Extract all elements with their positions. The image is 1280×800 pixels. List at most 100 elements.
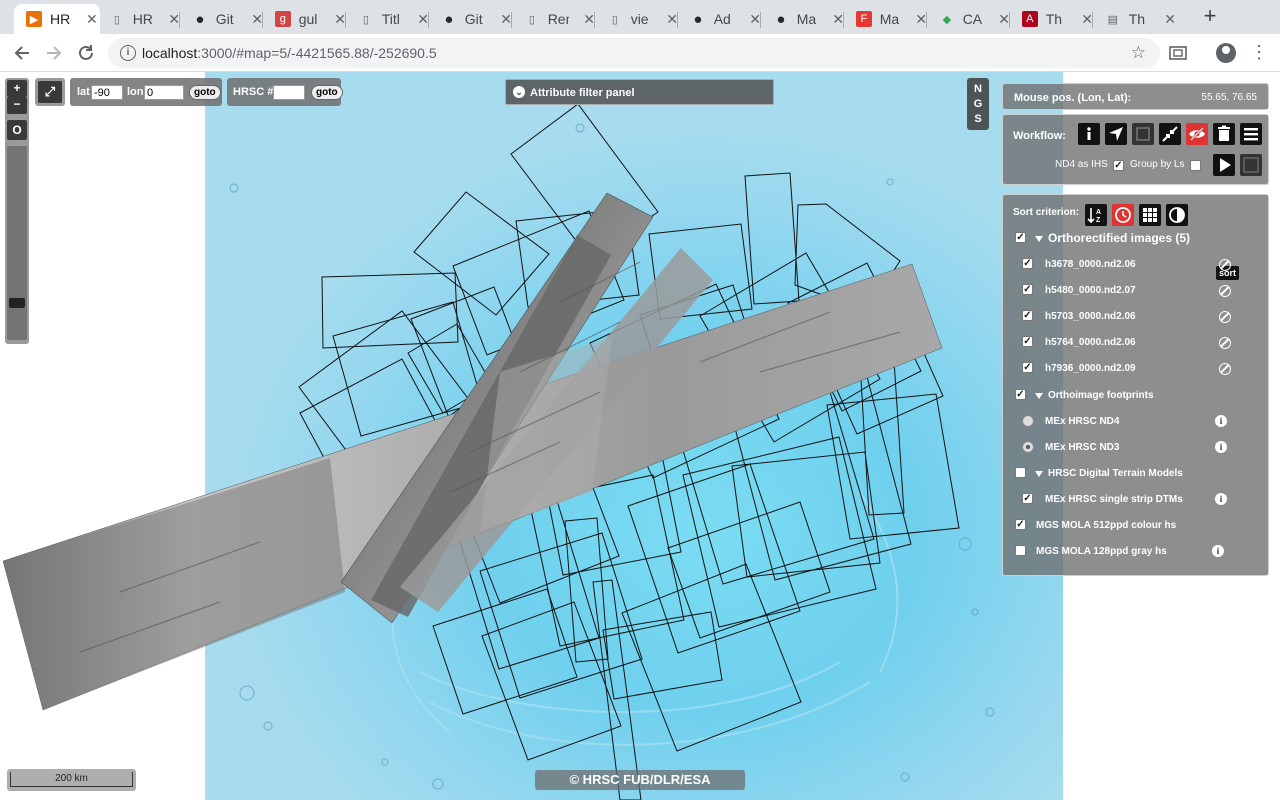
footprint-nd3-radio[interactable] <box>1022 441 1034 453</box>
browser-tab[interactable]: ▤ Th ✕ <box>1093 4 1176 34</box>
projection-global[interactable]: G <box>967 98 989 110</box>
tab-separator <box>179 12 180 28</box>
bookmark-star-icon[interactable]: ☆ <box>1131 43 1146 63</box>
browser-tab[interactable]: A Th ✕ <box>1010 4 1093 34</box>
projection-north[interactable]: N <box>967 83 989 95</box>
browser-tab[interactable]: ▶ HR ✕ <box>14 4 100 34</box>
fullscreen-icon[interactable]: ⤢ <box>38 81 62 103</box>
site-info-icon[interactable]: i <box>120 45 136 61</box>
mola-colour-checkbox[interactable]: ✓ <box>1015 519 1026 530</box>
browser-tabstrip: ▶ HR ✕ ▯ HR ✕ ● Git ✕ g gul ✕ ▯ Titl ✕ ● Git ✕ ▯ Rer ✕ ▯ vie ✕ ●… <box>0 0 1280 34</box>
browser-tab[interactable]: ▯ HR ✕ <box>97 4 180 34</box>
image-checkbox[interactable]: ✓ <box>1022 362 1033 373</box>
mola-colour-label: MGS MOLA 512ppd colour hs <box>1036 520 1177 531</box>
reload-button[interactable] <box>75 42 97 64</box>
hide-button[interactable] <box>1186 123 1208 145</box>
layer-tree-panel: Sort criterion: AZ ✓ Orthorectified imag… <box>1002 194 1269 576</box>
locate-button[interactable] <box>1105 123 1127 145</box>
image-checkbox[interactable]: ✓ <box>1022 284 1033 295</box>
projection-south[interactable]: S <box>967 113 989 125</box>
menu-button[interactable] <box>1240 123 1262 145</box>
expand-triangle-icon[interactable] <box>1035 471 1043 477</box>
profile-avatar[interactable] <box>1216 43 1236 63</box>
tab-title: Th <box>1045 11 1063 27</box>
mola-gray-checkbox[interactable] <box>1015 545 1026 556</box>
zoom-slider-thumb[interactable] <box>9 298 25 308</box>
image-row: ✓ h5480_0000.nd2.07 <box>1003 281 1268 301</box>
browser-tab[interactable]: F Ma ✕ <box>844 4 927 34</box>
play-button[interactable] <box>1213 154 1235 176</box>
remove-image-icon[interactable] <box>1219 285 1231 297</box>
back-button[interactable] <box>11 42 33 64</box>
info-icon[interactable]: i <box>1215 493 1227 505</box>
info-button[interactable] <box>1078 123 1100 145</box>
stop-button[interactable] <box>1240 154 1262 176</box>
close-icon[interactable]: ✕ <box>86 11 98 28</box>
browser-tab[interactable]: ● Git ✕ <box>429 4 512 34</box>
map-viewport[interactable]: + − O ⤢ lat lon goto HRSC # goto ⌄ Attri… <box>0 72 1280 800</box>
browser-menu-icon[interactable]: ⋮ <box>1250 42 1268 63</box>
url-text[interactable]: localhost:3000/#map=5/-4421565.88/-25269… <box>142 45 437 61</box>
browser-tab[interactable]: ▯ Rer ✕ <box>512 4 595 34</box>
attribute-filter-toggle[interactable]: ⌄ Attribute filter panel <box>505 79 774 105</box>
fullscreen-control: ⤢ <box>35 78 65 106</box>
browser-tab[interactable]: ◆ CA ✕ <box>927 4 1010 34</box>
tab-separator <box>428 12 429 28</box>
sort-alpha-button[interactable]: AZ <box>1085 204 1107 226</box>
remove-image-icon[interactable] <box>1219 363 1231 375</box>
remove-image-icon[interactable] <box>1219 337 1231 349</box>
hrsc-goto-button[interactable]: goto <box>311 85 343 100</box>
tab-title: HR <box>50 11 71 27</box>
zoom-slider-track[interactable] <box>7 146 27 340</box>
footprint-nd4-radio[interactable] <box>1022 415 1034 427</box>
f-icon: F <box>856 11 872 27</box>
group-by-ls-checkbox[interactable] <box>1190 160 1201 171</box>
zoom-in-button[interactable]: + <box>7 80 27 97</box>
address-bar[interactable]: i localhost:3000/#map=5/-4421565.88/-252… <box>108 38 1160 68</box>
browser-tab[interactable]: ● Ad ✕ <box>678 4 761 34</box>
expand-triangle-icon[interactable] <box>1035 393 1043 399</box>
lon-input[interactable] <box>144 85 184 100</box>
image-label: h7936_0000.nd2.09 <box>1045 363 1136 374</box>
image-checkbox[interactable]: ✓ <box>1022 310 1033 321</box>
new-tab-button[interactable]: + <box>1200 5 1220 29</box>
browser-tab[interactable]: ▯ vie ✕ <box>595 4 678 34</box>
nd4-ihs-checkbox[interactable]: ✓ <box>1113 160 1124 171</box>
projection-switcher[interactable]: N G S <box>967 78 989 130</box>
info-icon[interactable]: i <box>1215 415 1227 427</box>
latlon-goto-button[interactable]: goto <box>189 85 221 100</box>
footprints-group-checkbox[interactable]: ✓ <box>1015 389 1026 400</box>
browser-tab[interactable]: ● Git ✕ <box>180 4 263 34</box>
info-icon[interactable]: i <box>1215 441 1227 453</box>
zoom-out-button[interactable]: − <box>7 97 27 114</box>
sort-time-button[interactable] <box>1112 204 1134 226</box>
trash-button[interactable] <box>1213 123 1235 145</box>
info-icon[interactable]: i <box>1212 545 1224 557</box>
forward-button[interactable] <box>43 42 65 64</box>
browser-tab[interactable]: ▯ Titl ✕ <box>346 4 429 34</box>
remove-image-icon[interactable] <box>1219 259 1231 271</box>
image-checkbox[interactable]: ✓ <box>1022 258 1033 269</box>
sort-contrast-button[interactable] <box>1166 204 1188 226</box>
reset-view-button[interactable]: O <box>7 120 27 140</box>
shrink-button[interactable] <box>1159 123 1181 145</box>
lat-input[interactable] <box>91 85 123 100</box>
flag-icon: ▤ <box>1107 13 1119 26</box>
dtm-item-checkbox[interactable]: ✓ <box>1022 493 1033 504</box>
screen-capture-button[interactable] <box>1168 43 1188 63</box>
image-checkbox[interactable]: ✓ <box>1022 336 1033 347</box>
dtm-item-row: ✓ MEx HRSC single strip DTMs i <box>1003 490 1268 510</box>
expand-triangle-icon[interactable] <box>1035 236 1043 242</box>
sort-grid-button[interactable] <box>1139 204 1161 226</box>
ortho-group-checkbox[interactable]: ✓ <box>1015 232 1026 243</box>
browser-tab[interactable]: ● Ma ✕ <box>761 4 844 34</box>
close-icon[interactable]: ✕ <box>1164 11 1176 28</box>
remove-image-icon[interactable] <box>1219 311 1231 323</box>
reload-icon <box>79 45 93 60</box>
dtm-group-checkbox[interactable] <box>1015 467 1026 478</box>
browser-tab[interactable]: g gul ✕ <box>263 4 346 34</box>
image-row: ✓ h5703_0000.nd2.06 <box>1003 307 1268 327</box>
select-box-button[interactable] <box>1132 123 1154 145</box>
play-icon: ▶ <box>26 11 42 27</box>
hrsc-number-input[interactable] <box>273 85 305 100</box>
